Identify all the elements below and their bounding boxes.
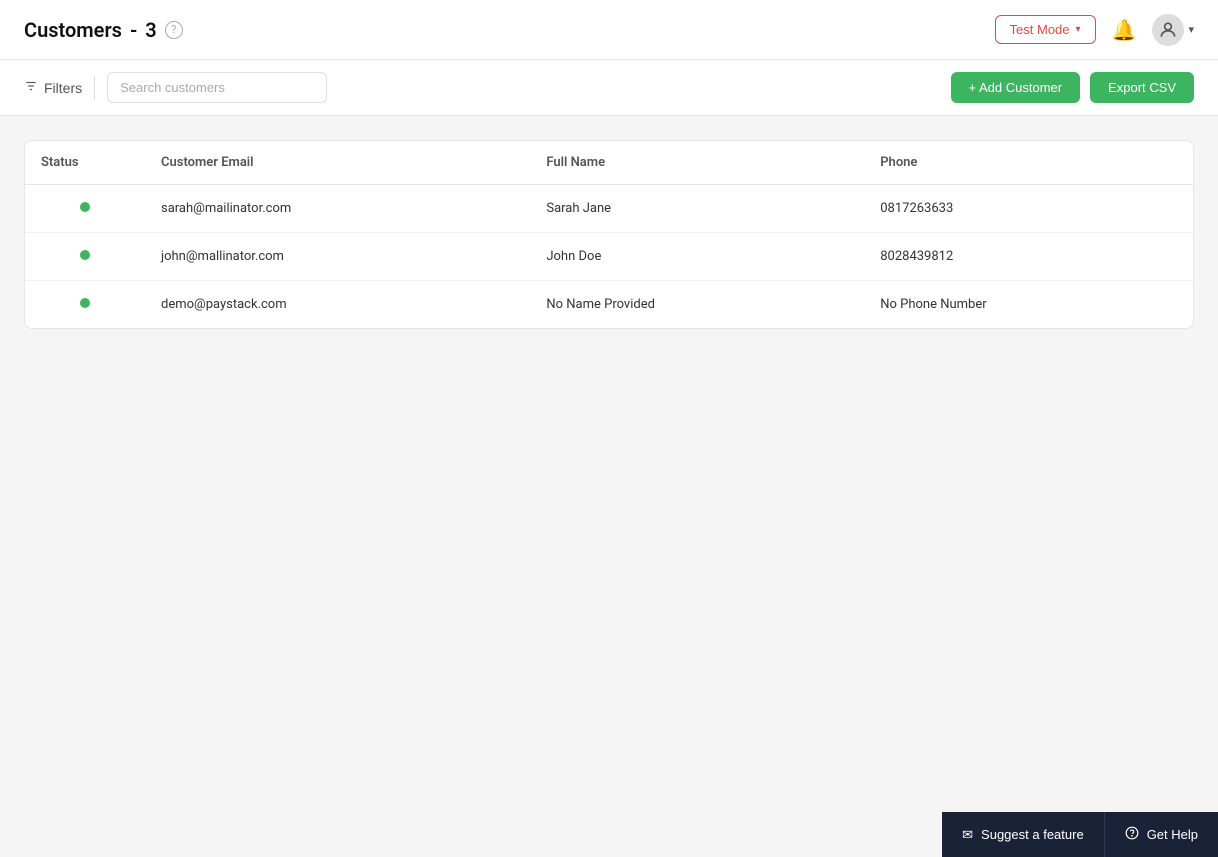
- col-email: Customer Email: [145, 141, 530, 185]
- get-help-button[interactable]: Get Help: [1105, 812, 1218, 857]
- status-cell: [25, 233, 145, 281]
- status-dot: [80, 202, 90, 212]
- phone-cell: 0817263633: [864, 185, 1193, 233]
- email-cell: sarah@mailinator.com: [145, 185, 530, 233]
- user-chevron-icon: ▾: [1188, 23, 1194, 36]
- table-row[interactable]: john@mallinator.com John Doe 8028439812: [25, 233, 1193, 281]
- header-right: Test Mode ▾ 🔔 ▾: [995, 14, 1194, 46]
- main-content: Status Customer Email Full Name Phone sa…: [0, 116, 1218, 353]
- add-customer-label: + Add Customer: [969, 80, 1063, 95]
- test-mode-label: Test Mode: [1010, 22, 1070, 37]
- get-help-label: Get Help: [1147, 827, 1198, 842]
- toolbar-left: Filters: [24, 72, 327, 103]
- question-circle-icon: [1125, 826, 1139, 843]
- test-mode-button[interactable]: Test Mode ▾: [995, 15, 1096, 44]
- header-left: Customers - 3 ?: [24, 18, 183, 42]
- status-dot: [80, 250, 90, 260]
- filters-button[interactable]: Filters: [24, 75, 82, 100]
- user-menu[interactable]: ▾: [1152, 14, 1194, 46]
- col-phone: Phone: [864, 141, 1193, 185]
- phone-cell: No Phone Number: [864, 281, 1193, 329]
- notification-bell-icon[interactable]: 🔔: [1112, 18, 1137, 42]
- table-header-row: Status Customer Email Full Name Phone: [25, 141, 1193, 185]
- add-customer-button[interactable]: + Add Customer: [951, 72, 1081, 103]
- toolbar: Filters + Add Customer Export CSV: [0, 60, 1218, 116]
- toolbar-right: + Add Customer Export CSV: [951, 72, 1195, 103]
- name-cell: No Name Provided: [530, 281, 864, 329]
- envelope-icon: ✉: [962, 827, 973, 843]
- bottom-bar: ✉ Suggest a feature Get Help: [942, 812, 1218, 857]
- suggest-feature-button[interactable]: ✉ Suggest a feature: [942, 812, 1105, 857]
- customers-table: Status Customer Email Full Name Phone sa…: [25, 141, 1193, 328]
- email-cell: john@mallinator.com: [145, 233, 530, 281]
- status-cell: [25, 185, 145, 233]
- phone-cell: 8028439812: [864, 233, 1193, 281]
- table-row[interactable]: demo@paystack.com No Name Provided No Ph…: [25, 281, 1193, 329]
- export-csv-button[interactable]: Export CSV: [1090, 72, 1194, 103]
- page-title: Customers: [24, 18, 122, 42]
- col-name: Full Name: [530, 141, 864, 185]
- toolbar-divider: [94, 76, 95, 100]
- customer-count: 3: [145, 18, 156, 42]
- suggest-label: Suggest a feature: [981, 827, 1084, 842]
- filters-label: Filters: [44, 80, 82, 96]
- chevron-down-icon: ▾: [1076, 24, 1081, 35]
- email-cell: demo@paystack.com: [145, 281, 530, 329]
- filter-icon: [24, 79, 38, 96]
- app-header: Customers - 3 ? Test Mode ▾ 🔔 ▾: [0, 0, 1218, 60]
- help-icon[interactable]: ?: [165, 21, 183, 39]
- search-input[interactable]: [107, 72, 327, 103]
- table-row[interactable]: sarah@mailinator.com Sarah Jane 08172636…: [25, 185, 1193, 233]
- count-separator: -: [130, 18, 137, 42]
- status-dot: [80, 298, 90, 308]
- avatar: [1152, 14, 1184, 46]
- name-cell: Sarah Jane: [530, 185, 864, 233]
- status-cell: [25, 281, 145, 329]
- customers-table-card: Status Customer Email Full Name Phone sa…: [24, 140, 1194, 329]
- name-cell: John Doe: [530, 233, 864, 281]
- export-csv-label: Export CSV: [1108, 80, 1176, 95]
- col-status: Status: [25, 141, 145, 185]
